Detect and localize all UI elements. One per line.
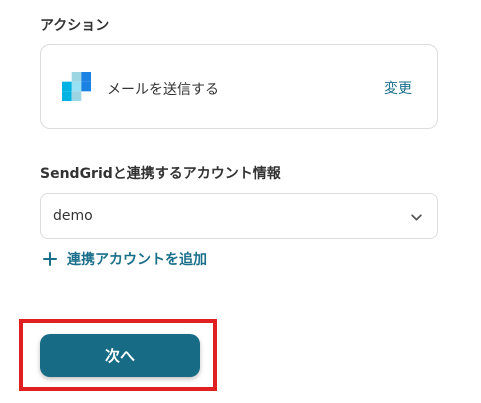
chevron-down-icon <box>411 214 422 221</box>
add-account-link[interactable]: 連携アカウントを追加 <box>42 249 207 269</box>
account-select-value: demo <box>53 208 93 224</box>
sendgrid-logo-icon <box>62 72 91 101</box>
action-section-label: アクション <box>40 18 110 34</box>
next-button[interactable]: 次へ <box>40 334 200 377</box>
account-section-label: SendGridと連携するアカウント情報 <box>40 166 281 182</box>
action-name: メールを送信する <box>107 82 219 98</box>
add-account-label: 連携アカウントを追加 <box>67 252 207 268</box>
action-card: メールを送信する 変更 <box>40 44 438 129</box>
plus-icon <box>43 252 57 266</box>
account-select[interactable]: demo <box>40 193 438 239</box>
change-action-link[interactable]: 変更 <box>384 78 412 98</box>
